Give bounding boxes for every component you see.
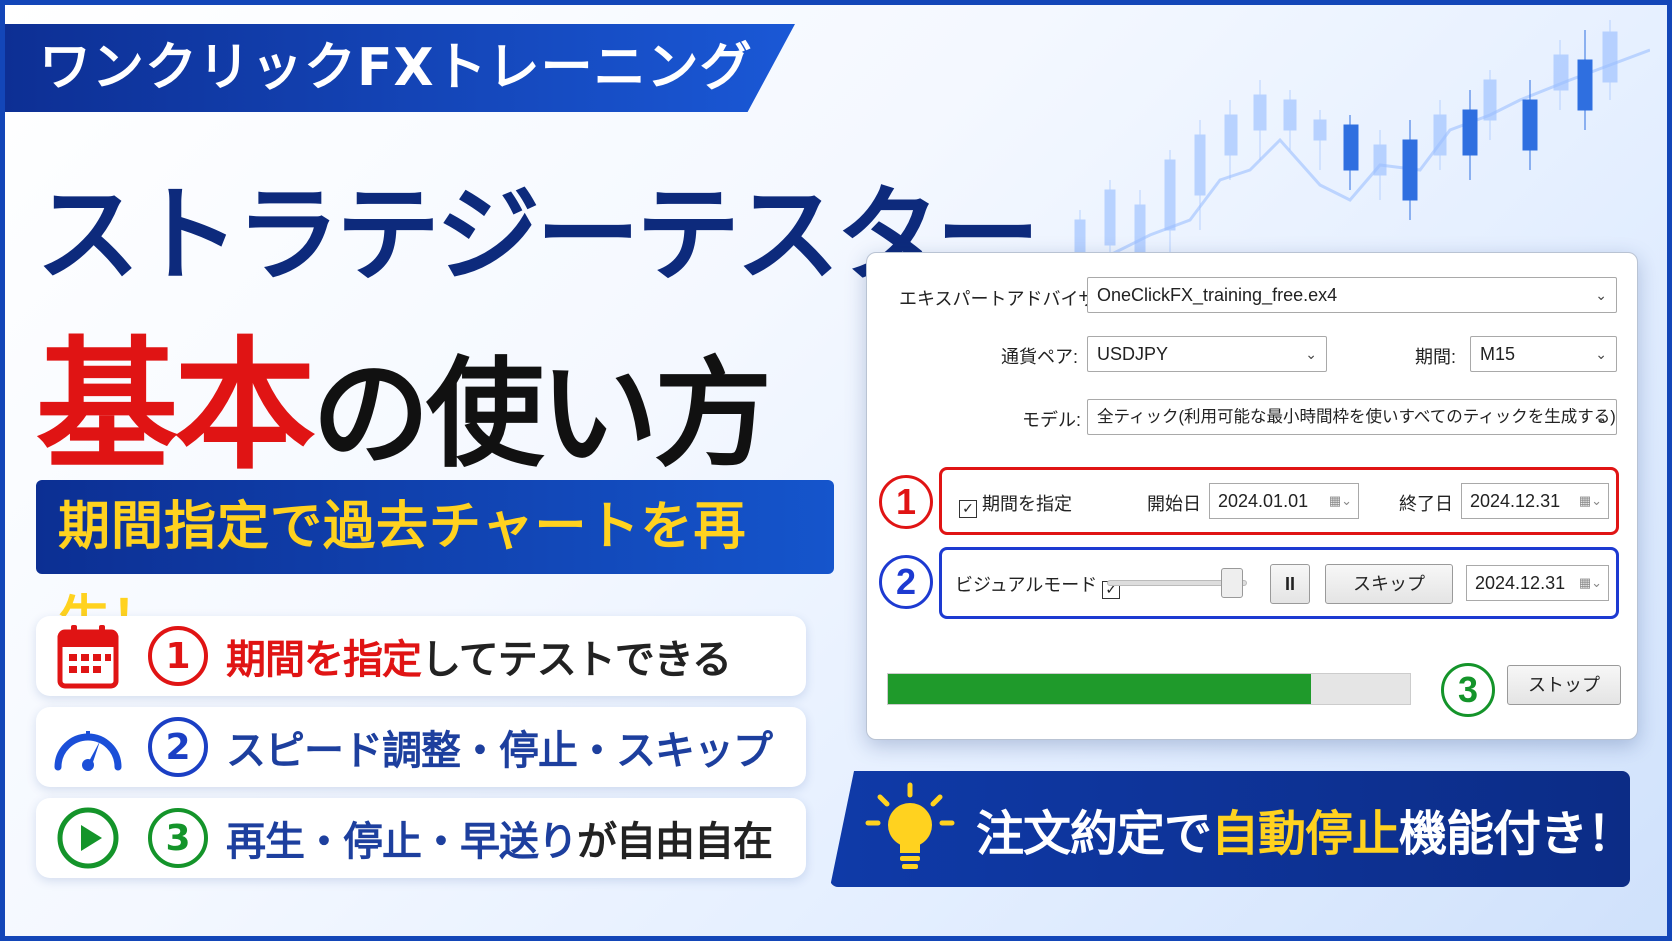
chevron-down-icon: ⌄: [1595, 287, 1607, 303]
symbol-label: 通貨ペア:: [1001, 347, 1079, 367]
feature-number: 3: [148, 808, 208, 868]
speed-slider-thumb[interactable]: [1221, 568, 1243, 598]
to-date-input[interactable]: 2024.12.31 ▦⌄: [1461, 483, 1609, 519]
feature-item-2: 2 スピード調整・停止・スキップ: [36, 707, 806, 787]
model-select[interactable]: 全ティック(利用可能な最小時間枠を使いすべてのティックを生成する) ⌄: [1087, 399, 1617, 435]
feature-text: 期間を指定してテストできる: [226, 637, 732, 683]
callout-badge-2: 2: [879, 555, 933, 609]
calendar-dropdown-icon[interactable]: ▦⌄: [1579, 484, 1602, 518]
pause-button[interactable]: II: [1270, 564, 1310, 604]
calendar-icon: [50, 618, 126, 694]
from-label: 開始日: [1147, 494, 1201, 514]
expert-label: エキスパートアドバイザ ˅: [899, 289, 1108, 309]
checkbox-checked-icon[interactable]: ✓: [959, 500, 977, 518]
model-label: モデル:: [1022, 410, 1082, 430]
subtitle-banner: 期間指定で過去チャートを再生！: [36, 480, 834, 651]
period-label: 期間:: [1415, 347, 1457, 367]
feature-item-1: 1 期間を指定してテストできる: [36, 616, 806, 696]
bottom-banner: 注文約定で自動停止機能付き！: [830, 771, 1630, 887]
visual-mode-checkbox[interactable]: ビジュアルモード ✓: [955, 571, 1121, 599]
callout-badge-3: 3: [1441, 663, 1495, 717]
lightbulb-icon: [864, 781, 956, 877]
skip-button[interactable]: スキップ: [1325, 564, 1453, 604]
chevron-down-icon: ⌄: [1305, 346, 1317, 362]
callout-badge-1: 1: [879, 475, 933, 529]
test-progress-bar: [887, 673, 1411, 705]
to-label: 終了日: [1399, 494, 1453, 514]
strategy-tester-panel: エキスパートアドバイザ ˅ OneClickFX_training_free.e…: [866, 252, 1638, 740]
play-icon: [50, 800, 126, 876]
chevron-down-icon: ⌄: [1595, 409, 1607, 425]
calendar-dropdown-icon[interactable]: ▦⌄: [1579, 566, 1602, 600]
feature-item-3: 3 再生・停止・早送りが自由自在: [36, 798, 806, 878]
feature-text: スピード調整・停止・スキップ: [226, 728, 773, 774]
feature-number: 2: [148, 717, 208, 777]
from-date-input[interactable]: 2024.01.01 ▦⌄: [1209, 483, 1359, 519]
use-date-checkbox[interactable]: ✓ 期間を指定: [959, 490, 1072, 518]
feature-text: 再生・停止・早送りが自由自在: [226, 819, 773, 865]
title-rest: の使い方: [312, 345, 772, 483]
brand-banner: ワンクリックFXトレーニング: [5, 24, 795, 112]
feature-number: 1: [148, 626, 208, 686]
title-highlight: 基本: [36, 324, 316, 489]
symbol-select[interactable]: USDJPY ⌄: [1087, 336, 1327, 372]
skip-date-input[interactable]: 2024.12.31 ▦⌄: [1466, 565, 1609, 601]
speedometer-icon: [50, 709, 126, 785]
period-select[interactable]: M15 ⌄: [1470, 336, 1617, 372]
background-candlestick-chart: [1050, 20, 1650, 272]
bottom-banner-text: 注文約定で自動停止機能付き！: [976, 806, 1635, 862]
expert-select[interactable]: OneClickFX_training_free.ex4 ⌄: [1087, 277, 1617, 313]
chevron-down-icon: ⌄: [1595, 346, 1607, 362]
main-subtitle: 基本の使い方: [36, 290, 772, 496]
calendar-dropdown-icon[interactable]: ▦⌄: [1329, 484, 1352, 518]
progress-fill: [888, 674, 1311, 704]
stop-button[interactable]: ストップ: [1507, 665, 1621, 705]
